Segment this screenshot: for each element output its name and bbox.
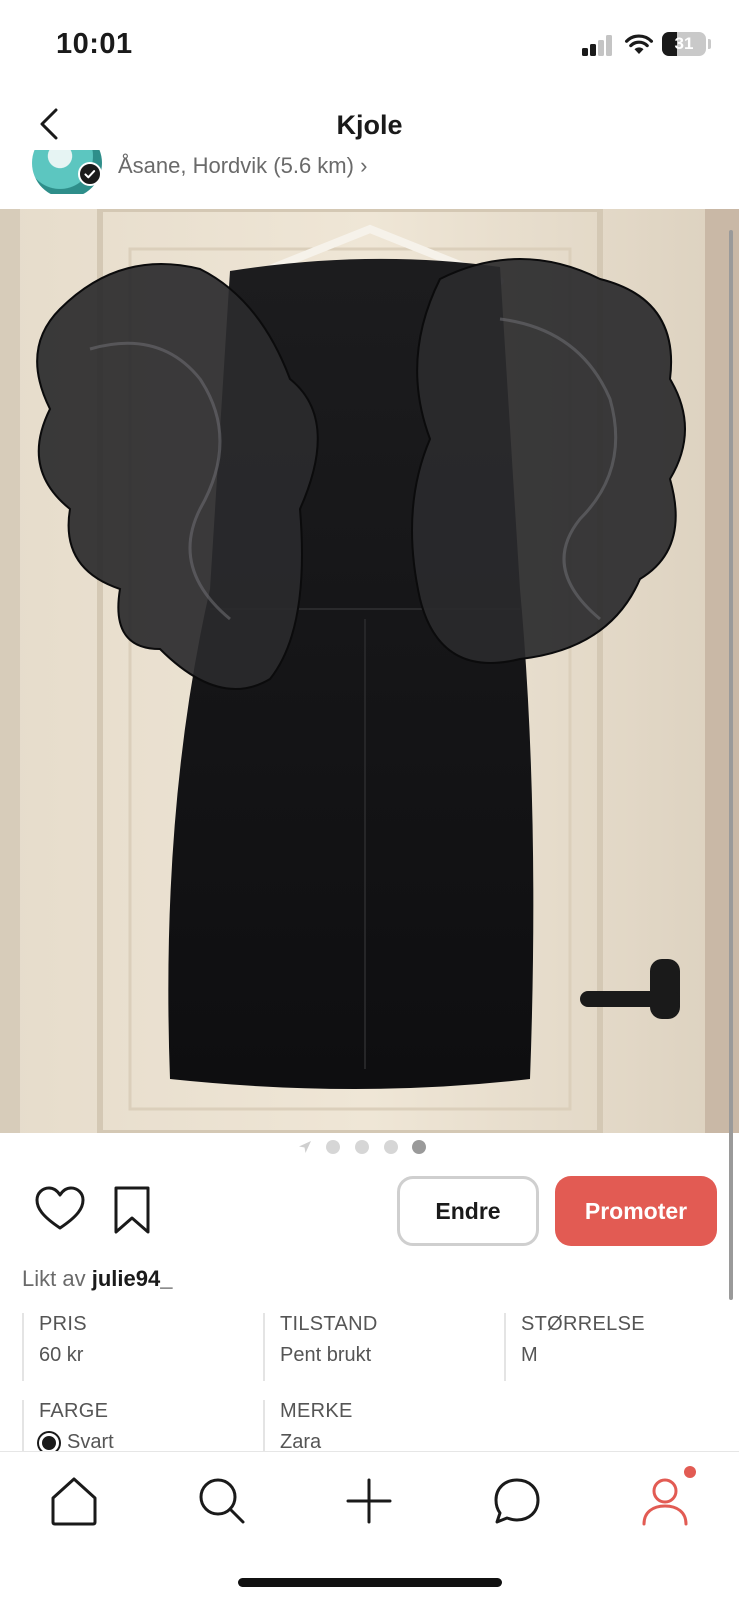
detail-value: Svart	[67, 1431, 114, 1453]
search-icon[interactable]	[187, 1466, 257, 1536]
detail-color: FARGE Svart	[22, 1400, 262, 1453]
chat-icon[interactable]	[482, 1466, 552, 1536]
pagination-dot[interactable]	[355, 1140, 369, 1154]
bookmark-icon[interactable]	[104, 1182, 160, 1238]
detail-value-row: Svart	[39, 1431, 262, 1453]
detail-condition: TILSTAND Pent brukt	[263, 1313, 503, 1381]
wifi-icon	[625, 34, 653, 54]
detail-label: MERKE	[280, 1400, 353, 1422]
likes-prefix: Likt av	[22, 1266, 86, 1291]
status-bar: 10:01 31	[0, 0, 739, 90]
color-swatch-icon	[39, 1432, 59, 1453]
verified-badge-icon	[78, 162, 102, 186]
pagination-dot[interactable]	[326, 1140, 340, 1154]
edit-button[interactable]: Endre	[397, 1176, 539, 1246]
pagination-dot[interactable]	[384, 1140, 398, 1154]
home-indicator[interactable]	[238, 1578, 502, 1587]
detail-value: 60 kr	[39, 1344, 84, 1366]
detail-label: TILSTAND	[280, 1313, 378, 1335]
location-arrow-icon	[299, 1141, 311, 1153]
status-time: 10:01	[56, 28, 133, 60]
heart-icon[interactable]	[32, 1182, 88, 1238]
dress-photo-image	[0, 209, 739, 1133]
seller-location-link[interactable]: Åsane, Hordvik (5.6 km) ›	[118, 153, 367, 179]
action-row: Endre Promoter	[0, 1170, 739, 1250]
promote-button[interactable]: Promoter	[555, 1176, 717, 1246]
cellular-signal-icon	[582, 34, 616, 56]
detail-brand: MERKE Zara	[263, 1400, 503, 1453]
notification-badge	[684, 1466, 696, 1478]
plus-icon[interactable]	[334, 1466, 404, 1536]
product-photo[interactable]	[0, 209, 739, 1133]
likes-text[interactable]: Likt av julie94_	[22, 1266, 172, 1292]
liked-by-user[interactable]: julie94_	[92, 1266, 173, 1291]
page-title: Kjole	[336, 110, 403, 140]
battery-level: 31	[674, 34, 694, 53]
detail-label: FARGE	[39, 1400, 109, 1422]
seller-row[interactable]: Åsane, Hordvik (5.6 km) ›	[0, 150, 739, 194]
detail-value: Zara	[280, 1431, 322, 1453]
detail-value: M	[521, 1344, 538, 1366]
home-icon[interactable]	[39, 1466, 109, 1536]
detail-price: PRIS 60 kr	[22, 1313, 262, 1381]
details-grid: PRIS 60 kr TILSTAND Pent brukt STØRRELSE…	[0, 1313, 739, 1453]
detail-label: STØRRELSE	[521, 1313, 645, 1335]
photo-pagination	[0, 1138, 739, 1158]
pagination-dot-active[interactable]	[412, 1140, 426, 1154]
detail-value: Pent brukt	[280, 1344, 372, 1366]
battery-icon: 31	[662, 32, 706, 56]
detail-size: STØRRELSE M	[504, 1313, 739, 1381]
detail-label: PRIS	[39, 1313, 87, 1335]
